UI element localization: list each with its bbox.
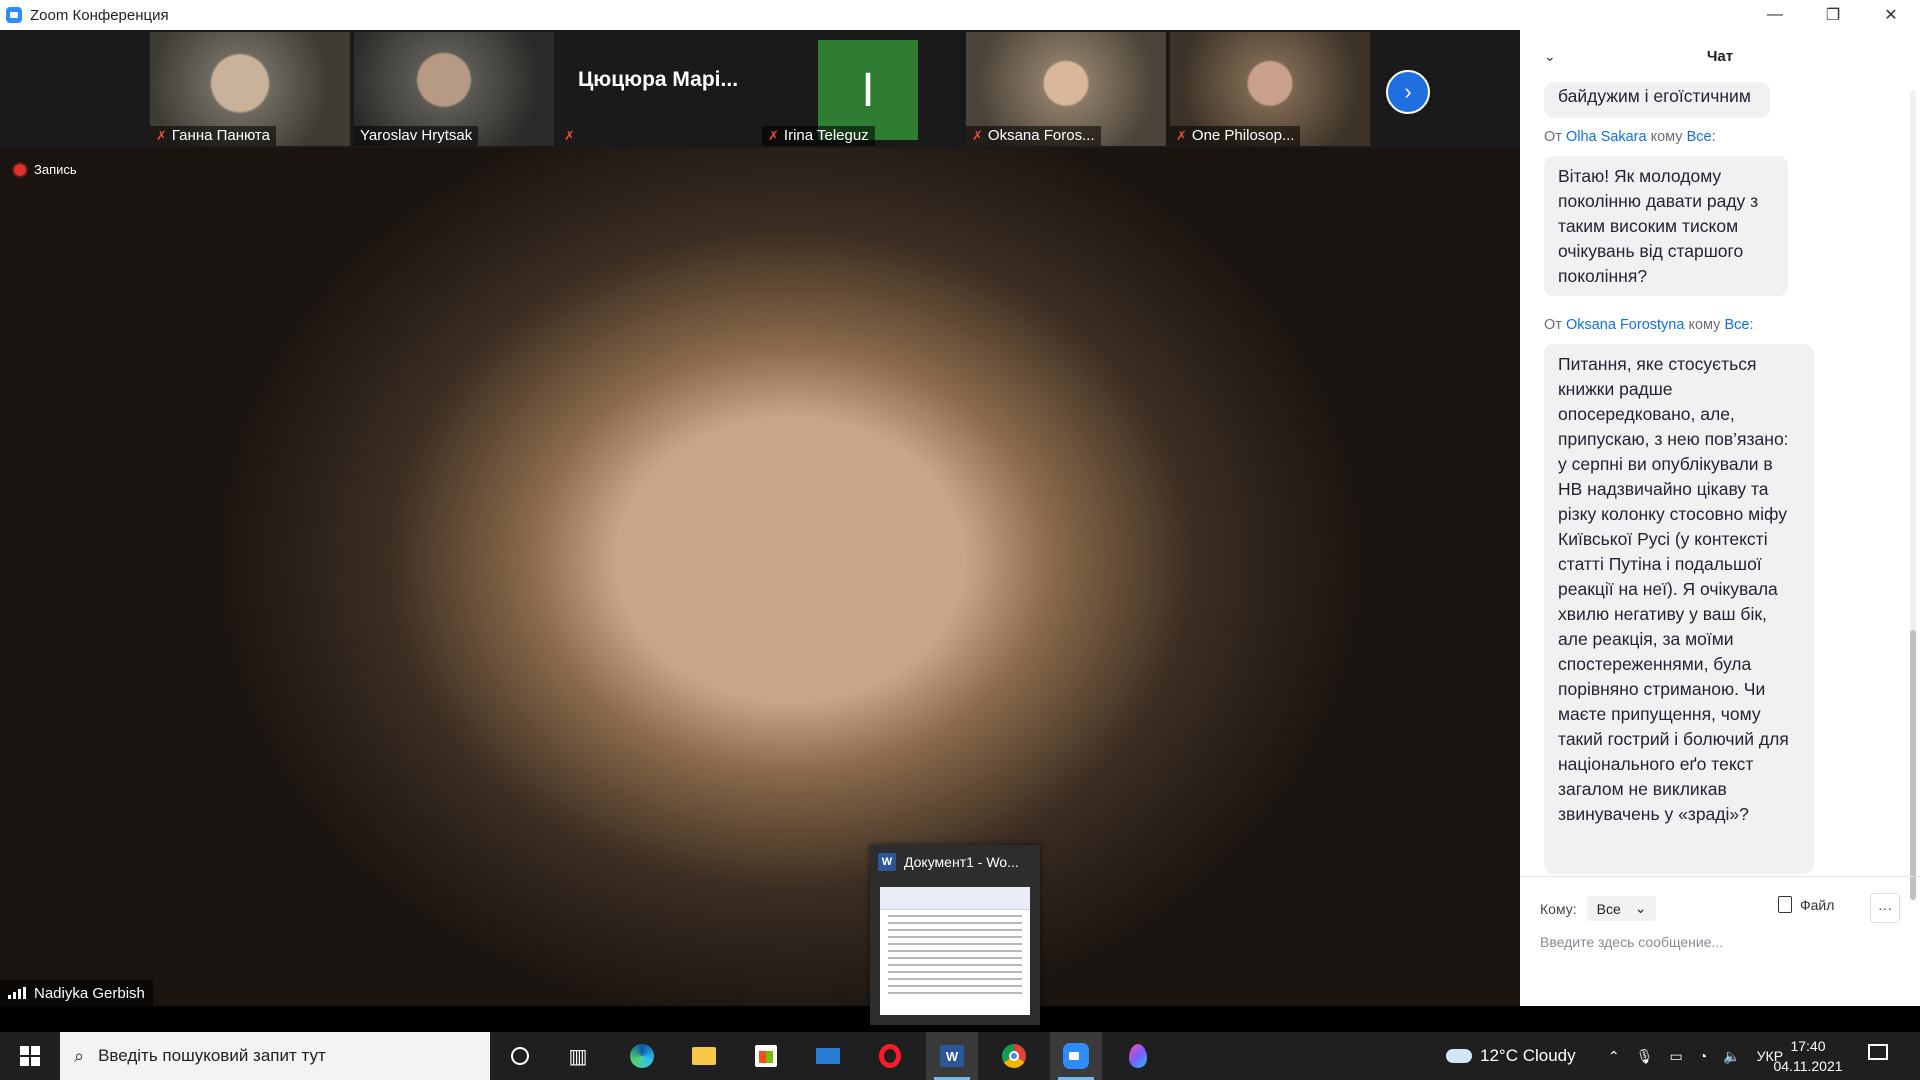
store-icon[interactable]: [740, 1032, 792, 1080]
participant-name: Ганна Панюта: [171, 127, 270, 144]
recipient-name[interactable]: Все:: [1724, 317, 1753, 333]
mic-muted-icon: ✗: [972, 128, 983, 143]
file-button[interactable]: Файл: [1778, 896, 1834, 913]
participant-strip: ✗ Ганна Панюта Yaroslav Hrytsak Цюцюра Ма…: [0, 30, 1520, 148]
word-icon: W: [878, 853, 896, 871]
avatar: I: [818, 40, 918, 140]
mic-muted-icon: ✗: [156, 128, 167, 143]
chat-scrollbar[interactable]: [1910, 90, 1916, 900]
recipient-dropdown[interactable]: Все ⌄: [1586, 896, 1657, 921]
zoom-app-icon: [6, 7, 22, 23]
windows-logo-icon: [20, 1046, 40, 1066]
participant-tile[interactable]: ✗ Oksana Foros...: [966, 32, 1166, 146]
system-tray: ⌃ 🎙 ▭ ◔ 🔈 УКР: [1608, 1032, 1783, 1080]
record-dot-icon: [14, 163, 26, 176]
message-sender-line: От Oksana Forostyna кому Все:: [1544, 317, 1754, 333]
more-options-button[interactable]: ···: [1870, 893, 1900, 923]
wifi-icon[interactable]: ◔: [1699, 1048, 1707, 1064]
mic-muted-icon: ✗: [564, 128, 575, 143]
chat-message: байдужим і егоїстичним: [1544, 82, 1770, 118]
to-label: Кому:: [1540, 900, 1577, 917]
edge-icon[interactable]: [616, 1032, 668, 1080]
search-icon: ⌕: [74, 1045, 85, 1066]
minimize-button[interactable]: —: [1746, 0, 1804, 30]
recording-indicator[interactable]: Запись: [14, 162, 77, 177]
notifications-icon[interactable]: [1868, 1044, 1888, 1060]
participant-tile[interactable]: Yaroslav Hrytsak: [354, 32, 554, 146]
chevron-up-icon[interactable]: ⌃: [1608, 1048, 1620, 1065]
sender-name[interactable]: Oksana Forostyna: [1566, 317, 1684, 333]
window-title: Zoom Конференция: [30, 6, 169, 24]
weather-text: 12°C Cloudy: [1480, 1046, 1576, 1065]
recipient-name[interactable]: Все:: [1687, 129, 1716, 145]
zoom-taskbar-icon[interactable]: [1050, 1032, 1102, 1080]
recording-label: Запись: [34, 162, 77, 177]
word-window-preview[interactable]: W Документ1 - Wo...: [870, 845, 1040, 1025]
volume-icon[interactable]: 🔈: [1723, 1048, 1740, 1065]
microphone-icon[interactable]: 🎙: [1636, 1048, 1654, 1065]
participant-name: Oksana Foros...: [987, 127, 1095, 144]
window-titlebar: Zoom Конференция — ❐ ✕: [0, 0, 1920, 31]
active-speaker-video: Запись Nadiyka Gerbish: [0, 148, 1520, 1006]
battery-icon[interactable]: ▭: [1670, 1048, 1683, 1065]
taskbar-clock[interactable]: 17:40 04.11.2021: [1772, 1036, 1844, 1076]
participant-name: Yaroslav Hrytsak: [360, 127, 473, 144]
participant-name: Irina Teleguz: [783, 127, 869, 144]
speaker-name: Nadiyka Gerbish: [34, 984, 145, 1002]
chevron-down-icon: ⌄: [1634, 900, 1647, 916]
mail-icon[interactable]: [802, 1032, 854, 1080]
file-icon: [1778, 896, 1792, 913]
chat-message: Вітаю! Як молодому поколінню давати раду…: [1544, 156, 1788, 296]
search-placeholder: Введіть пошуковий запит тут: [98, 1046, 326, 1065]
chat-title: Чат: [1706, 47, 1734, 65]
mic-muted-icon: ✗: [1176, 128, 1187, 143]
participant-tile[interactable]: I ✗ Irina Teleguz: [762, 32, 962, 146]
taskbar-search[interactable]: ⌕ Введіть пошуковий запит тут: [60, 1032, 490, 1080]
next-page-arrow-icon[interactable]: ›: [1386, 70, 1430, 114]
word-taskbar-icon[interactable]: W: [926, 1032, 978, 1080]
sender-name[interactable]: Olha Sakara: [1566, 129, 1647, 145]
chrome-icon[interactable]: [988, 1032, 1040, 1080]
cloud-icon: [1446, 1049, 1472, 1063]
paint-drop-icon[interactable]: [1112, 1032, 1164, 1080]
opera-icon[interactable]: [864, 1032, 916, 1080]
chat-message: Питання, яке стосується книжки радше опо…: [1544, 344, 1814, 874]
mic-muted-icon: ✗: [768, 128, 779, 143]
preview-title: Документ1 - Wo...: [904, 854, 1019, 870]
windows-taskbar: ⌕ Введіть пошуковий запит тут ▥ W 12°C C…: [0, 1032, 1920, 1080]
document-thumbnail: [880, 887, 1030, 1015]
signal-bars-icon: [8, 987, 26, 999]
participant-tile[interactable]: Цюцюра Марі... ✗: [558, 32, 758, 146]
chat-header: ⌄ Чат: [1520, 30, 1920, 82]
file-explorer-icon[interactable]: [678, 1032, 730, 1080]
restore-button[interactable]: ❐: [1804, 0, 1862, 30]
cortana-icon[interactable]: [494, 1032, 546, 1080]
participant-name-display: Цюцюра Марі...: [577, 68, 739, 91]
chevron-down-icon[interactable]: ⌄: [1544, 48, 1556, 65]
participant-name: One Philosop...: [1191, 127, 1295, 144]
speaker-name-label: Nadiyka Gerbish: [0, 980, 153, 1006]
task-view-icon[interactable]: ▥: [552, 1032, 604, 1080]
clock-date: 04.11.2021: [1773, 1058, 1843, 1074]
participant-tile[interactable]: ✗ Ганна Панюта: [150, 32, 350, 146]
message-sender-line: От Olha Sakara кому Все:: [1544, 129, 1716, 145]
participant-tile[interactable]: ✗ One Philosop...: [1170, 32, 1370, 146]
recipient-row: Кому: Все ⌄: [1540, 896, 1657, 921]
video-area: ✗ Ганна Панюта Yaroslav Hrytsak Цюцюра Ма…: [0, 30, 1520, 1006]
clock-time: 17:40: [1790, 1038, 1826, 1054]
close-button[interactable]: ✕: [1862, 0, 1920, 30]
chat-panel: ⌄ Чат байдужим і егоїстичним От Olha Sak…: [1520, 30, 1920, 1006]
message-input[interactable]: Введите здесь сообщение...: [1540, 934, 1723, 950]
weather-widget[interactable]: 12°C Cloudy: [1446, 1032, 1576, 1080]
start-button[interactable]: [0, 1032, 60, 1080]
